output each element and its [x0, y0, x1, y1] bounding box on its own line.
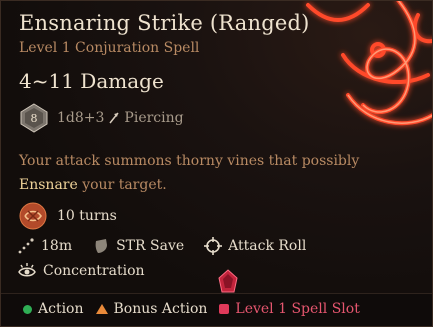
save-value: STR Save: [116, 238, 185, 254]
d8-die-icon: 8: [20, 103, 48, 133]
range-value: 18m: [41, 238, 73, 254]
duration-text: 10 turns: [57, 208, 117, 224]
arrow-icon: [109, 112, 120, 124]
spell-subtitle: Level 1 Conjuration Spell: [19, 40, 200, 56]
action-cost: Action: [23, 301, 84, 317]
spell-title: Ensnaring Strike (Ranged): [19, 11, 310, 35]
range-stat: 18m: [17, 237, 72, 255]
description-text-end: your target.: [77, 177, 167, 193]
stats-row: 18m STR Save Attack Roll: [17, 237, 320, 255]
thorn-vine-icon: [19, 202, 47, 230]
bonus-action-cost: Bonus Action: [95, 301, 208, 317]
concentration-label: Concentration: [43, 263, 145, 279]
spell-slot-label: Level 1 Spell Slot: [235, 301, 360, 317]
dice-formula: 1d8+3: [57, 110, 105, 126]
spell-slot-cost: Level 1 Spell Slot: [219, 301, 360, 317]
description-text: Your attack summons thorny vines that po…: [19, 153, 360, 169]
dice-info: 1d8+3 Piercing: [57, 110, 184, 126]
dice-row: 8 1d8+3 Piercing: [19, 103, 184, 133]
die-face-label: 8: [31, 112, 38, 125]
spell-tooltip: Ensnaring Strike (Ranged) Level 1 Conjur…: [0, 0, 433, 327]
action-dot-icon: [23, 304, 32, 314]
ensnare-keyword[interactable]: Ensnare: [19, 177, 78, 193]
concentration-icon: [18, 263, 36, 277]
range-icon: [18, 238, 34, 254]
bonus-action-triangle-icon: [95, 304, 108, 314]
shield-icon: [95, 239, 108, 253]
spell-slot-gem-icon: [218, 269, 238, 293]
attack-value: Attack Roll: [228, 238, 307, 254]
concentration-row: Concentration: [17, 262, 145, 280]
spell-slot-square-icon: [219, 304, 230, 314]
action-label: Action: [38, 301, 84, 317]
spell-description: Your attack summons thorny vines that po…: [19, 149, 409, 197]
attack-stat: Attack Roll: [204, 237, 306, 255]
save-stat: STR Save: [92, 237, 184, 255]
bonus-action-label: Bonus Action: [113, 301, 208, 317]
damage-type: Piercing: [124, 110, 184, 126]
duration-row: 10 turns: [19, 202, 117, 230]
crosshair-icon: [204, 237, 223, 255]
damage-range: 4~11 Damage: [19, 69, 164, 93]
costs-row: Action Bonus Action Level 1 Spell Slot: [23, 301, 372, 317]
